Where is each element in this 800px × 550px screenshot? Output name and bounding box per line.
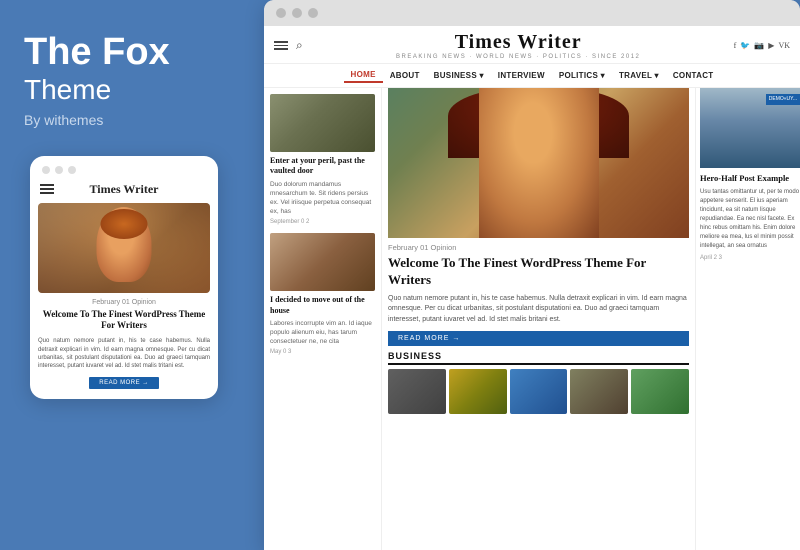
featured-date-line: February 01 Opinion — [388, 243, 689, 252]
left-article-2-image — [270, 233, 375, 291]
featured-face-graphic — [479, 88, 599, 238]
soldier-graphic — [270, 94, 375, 152]
desktop-titlebar — [264, 0, 800, 26]
business-section-label: BUSINESS — [388, 351, 689, 365]
mobile-preview: Times Writer February 01 Opinion Welcome… — [30, 156, 218, 399]
mobile-dot-1 — [42, 166, 50, 174]
right-article-body: Usu tantas omittantur ut, per te modo ap… — [700, 188, 800, 251]
nav-politics[interactable]: POLITICS ▾ — [552, 69, 612, 82]
main-left-column: Enter at your peril, past the vaulted do… — [264, 88, 382, 550]
main-center-column: February 01 Opinion Welcome To The Fines… — [382, 88, 695, 550]
left-panel: The Fox Theme By withemes Times Writer F… — [0, 0, 248, 550]
nav-travel[interactable]: TRAVEL ▾ — [612, 69, 666, 82]
nav-home[interactable]: HOME — [344, 68, 383, 83]
left-article-1-image — [270, 94, 375, 152]
instagram-icon[interactable]: 📷 — [754, 41, 764, 50]
left-article-1-date: September 0 2 — [270, 219, 375, 225]
right-hero-image — [700, 88, 800, 168]
topbar-left: ⌕ — [274, 38, 303, 53]
nav-business[interactable]: BUSINESS ▾ — [427, 69, 491, 82]
facebook-icon[interactable]: f — [734, 41, 737, 50]
mobile-article-body: Quo natum nemore putant in, his te case … — [38, 337, 210, 371]
mobile-face-graphic — [97, 207, 152, 282]
desktop-content: ⌕ Times Writer BREAKING NEWS · WORLD NEW… — [264, 26, 800, 550]
mobile-dot-3 — [68, 166, 76, 174]
titlebar-dot-1 — [276, 8, 286, 18]
featured-article-body: Quo natum nemore putant in, his te case … — [388, 294, 689, 326]
biz-thumb-1 — [388, 369, 446, 414]
desktop-site-name-block: Times Writer BREAKING NEWS · WORLD NEWS … — [303, 31, 734, 60]
mobile-header: Times Writer — [38, 182, 210, 197]
left-article-1-title: Enter at your peril, past the vaulted do… — [270, 156, 375, 177]
titlebar-dot-2 — [292, 8, 302, 18]
desktop-preview: ⌕ Times Writer BREAKING NEWS · WORLD NEW… — [264, 0, 800, 550]
brand-by: By withemes — [24, 112, 224, 128]
desktop-social-icons: f 🐦 📷 ▶ VK — [734, 41, 790, 50]
left-article-2-body: Labores incorrupte vim an. Id iaque popu… — [270, 319, 375, 346]
desktop-tagline: BREAKING NEWS · WORLD NEWS · POLITICS · … — [303, 54, 734, 60]
mobile-read-more-button[interactable]: READ MORE → — [89, 377, 159, 389]
mobile-date-line: February 01 Opinion — [38, 299, 210, 306]
biz-thumb-2 — [449, 369, 507, 414]
left-article-1-body: Duo dolorum mandamus mnesarchum te. Sit … — [270, 180, 375, 216]
business-thumbnails — [388, 369, 689, 414]
desktop-main: Enter at your peril, past the vaulted do… — [264, 88, 800, 550]
right-article-title: Hero-Half Post Example — [700, 173, 800, 184]
biz-thumb-4 — [570, 369, 628, 414]
mobile-traffic-lights — [38, 166, 210, 174]
desktop-site-title: Times Writer — [303, 31, 734, 54]
read-more-button[interactable]: READ MORE → — [388, 331, 689, 346]
pottery-graphic — [270, 233, 375, 291]
youtube-icon[interactable]: ▶ — [768, 41, 774, 50]
featured-article-title: Welcome To The Finest WordPress Theme Fo… — [388, 255, 689, 289]
vk-icon[interactable]: VK — [778, 41, 790, 50]
nav-interview[interactable]: INTERVIEW — [491, 69, 552, 82]
featured-image — [388, 88, 689, 238]
biz-thumb-3 — [510, 369, 568, 414]
left-article-2: I decided to move out of the house Labor… — [270, 233, 375, 355]
nav-about[interactable]: ABOUT — [383, 69, 427, 82]
twitter-icon[interactable]: 🐦 — [740, 41, 750, 50]
mobile-dot-2 — [55, 166, 63, 174]
left-article-2-date: May 0 3 — [270, 349, 375, 355]
main-right-column: Hero-Half Post Example Usu tantas omitta… — [695, 88, 800, 550]
brand-title: The Fox — [24, 32, 224, 74]
titlebar-dot-3 — [308, 8, 318, 18]
hamburger-icon[interactable] — [274, 41, 288, 50]
search-icon[interactable]: ⌕ — [296, 38, 303, 53]
mobile-article-title: Welcome To The Finest WordPress Theme Fo… — [38, 309, 210, 332]
mobile-hero-image — [38, 203, 210, 293]
nav-contact[interactable]: CONTACT — [666, 69, 721, 82]
mobile-site-title: Times Writer — [90, 182, 159, 197]
brand-subtitle: Theme — [24, 74, 224, 106]
desktop-topbar: ⌕ Times Writer BREAKING NEWS · WORLD NEW… — [264, 26, 800, 64]
biz-thumb-5 — [631, 369, 689, 414]
mobile-hamburger-icon[interactable] — [40, 184, 54, 194]
desktop-nav: HOME ABOUT BUSINESS ▾ INTERVIEW POLITICS… — [264, 64, 800, 88]
right-article-date: April 2 3 — [700, 255, 800, 261]
left-article-1: Enter at your peril, past the vaulted do… — [270, 94, 375, 225]
left-article-2-title: I decided to move out of the house — [270, 295, 375, 316]
business-section: BUSINESS — [388, 351, 689, 414]
